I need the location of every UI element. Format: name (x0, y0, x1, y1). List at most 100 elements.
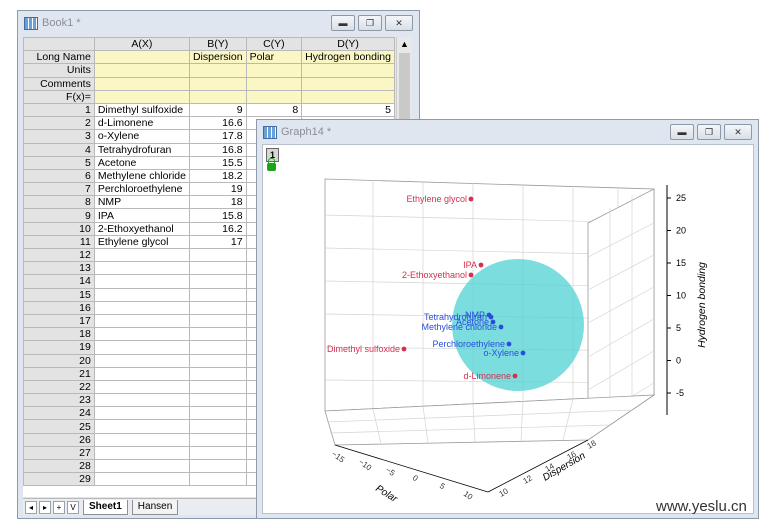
row-number[interactable]: 13 (23, 261, 95, 276)
row-number[interactable]: 12 (23, 247, 95, 263)
row-number[interactable]: 11 (23, 234, 95, 250)
row-number[interactable]: 22 (23, 379, 95, 395)
meta-cell[interactable] (245, 76, 303, 91)
add-sheet-button[interactable]: + (53, 500, 65, 514)
cell-a[interactable]: NMP (93, 195, 190, 210)
row-number[interactable]: 16 (23, 300, 95, 315)
cell-b[interactable] (188, 472, 247, 487)
cell-b[interactable] (188, 300, 247, 315)
row-number[interactable]: 28 (23, 458, 95, 474)
cell-a[interactable] (93, 247, 190, 263)
cell-a[interactable]: Ethylene glycol (93, 234, 190, 250)
meta-cell[interactable]: Dispersion (188, 50, 247, 65)
row-number[interactable]: 24 (23, 406, 95, 421)
cell-b[interactable]: 16.2 (188, 221, 247, 236)
cell-a[interactable] (93, 353, 190, 368)
cell-a[interactable] (93, 458, 190, 474)
data-point[interactable] (468, 272, 474, 278)
sheet-nav-next-button[interactable]: ▸ (39, 500, 51, 514)
cell-a[interactable] (93, 379, 190, 395)
cell-b[interactable] (188, 393, 247, 408)
meta-cell[interactable] (245, 63, 303, 78)
data-point[interactable] (506, 341, 512, 347)
cell-b[interactable]: 15.8 (188, 208, 247, 223)
cell-a[interactable] (93, 432, 190, 447)
cell-a[interactable] (93, 300, 190, 315)
row-number[interactable]: 7 (23, 182, 95, 197)
column-header[interactable]: A(X) (93, 37, 190, 52)
column-header[interactable]: B(Y) (188, 37, 247, 52)
row-number[interactable]: 27 (23, 445, 95, 461)
row-number[interactable]: 19 (23, 340, 95, 355)
book-titlebar[interactable]: Book1 * ▬ ❐ ✕ (18, 11, 419, 35)
meta-cell[interactable] (188, 76, 247, 91)
meta-cell[interactable] (188, 89, 247, 104)
cell-a[interactable] (93, 274, 190, 289)
close-button[interactable]: ✕ (385, 15, 413, 31)
meta-cell[interactable] (301, 89, 395, 104)
tab-sheet1[interactable]: Sheet1 (83, 499, 128, 515)
cell-b[interactable]: 18 (188, 195, 247, 210)
cell-d[interactable]: 5 (301, 102, 395, 118)
meta-cell[interactable] (93, 50, 190, 65)
graph-titlebar[interactable]: Graph14 * ▬ ❐ ✕ (257, 120, 758, 144)
minimize-button[interactable]: ▬ (331, 15, 355, 31)
data-point[interactable] (512, 373, 518, 379)
row-number[interactable]: 20 (23, 353, 95, 368)
meta-cell[interactable] (93, 63, 190, 78)
data-point[interactable] (468, 196, 474, 202)
cell-a[interactable] (93, 327, 190, 342)
table-row[interactable]: 1 Dimethyl sulfoxide 9 8 5 (23, 102, 395, 118)
cell-b[interactable]: 18.2 (188, 168, 247, 184)
row-number[interactable]: 23 (23, 393, 95, 408)
meta-cell[interactable]: Polar (245, 50, 303, 65)
cell-b[interactable] (188, 432, 247, 447)
row-number[interactable]: 15 (23, 287, 95, 302)
meta-cell[interactable] (93, 89, 190, 104)
row-number[interactable]: 2 (23, 116, 95, 131)
restore-button[interactable]: ❐ (358, 15, 382, 31)
plot-3d-svg[interactable]: -50510152025 Hydrogen bonding −15 −10 −5… (263, 145, 753, 513)
row-number[interactable]: 10 (23, 221, 95, 236)
corner-cell[interactable] (23, 37, 95, 52)
meta-cell[interactable] (301, 76, 395, 91)
row-number[interactable]: 25 (23, 419, 95, 434)
cell-a[interactable] (93, 313, 190, 329)
row-number[interactable]: 29 (23, 472, 95, 487)
cell-b[interactable] (188, 274, 247, 289)
cell-b[interactable]: 9 (188, 102, 247, 118)
row-number[interactable]: 14 (23, 274, 95, 289)
cell-b[interactable]: 16.8 (188, 142, 247, 157)
meta-cell[interactable] (188, 63, 247, 78)
cell-b[interactable] (188, 353, 247, 368)
cell-b[interactable] (188, 327, 247, 342)
cell-b[interactable] (188, 406, 247, 421)
graph-restore-button[interactable]: ❐ (697, 124, 721, 140)
meta-cell[interactable] (245, 89, 303, 104)
row-number[interactable]: 5 (23, 155, 95, 170)
cell-b[interactable] (188, 287, 247, 302)
cell-b[interactable] (188, 379, 247, 395)
column-header[interactable]: C(Y) (245, 37, 303, 52)
cell-b[interactable] (188, 445, 247, 461)
cell-b[interactable]: 17 (188, 234, 247, 250)
graph-minimize-button[interactable]: ▬ (670, 124, 694, 140)
row-number[interactable]: 26 (23, 432, 95, 447)
row-number[interactable]: 6 (23, 168, 95, 184)
cell-a[interactable]: Perchloroethylene (93, 182, 190, 197)
row-number[interactable]: 8 (23, 195, 95, 210)
cell-a[interactable]: Dimethyl sulfoxide (93, 102, 190, 118)
row-number[interactable]: 9 (23, 208, 95, 223)
cell-b[interactable] (188, 419, 247, 434)
meta-cell[interactable] (301, 63, 395, 78)
cell-a[interactable]: Methylene chloride (93, 168, 190, 184)
cell-a[interactable] (93, 419, 190, 434)
cell-b[interactable] (188, 366, 247, 381)
row-number[interactable]: 21 (23, 366, 95, 381)
cell-a[interactable] (93, 287, 190, 302)
tab-hansen[interactable]: Hansen (131, 499, 179, 515)
data-point[interactable] (520, 350, 526, 356)
cell-a[interactable] (93, 445, 190, 461)
meta-cell[interactable] (93, 76, 190, 91)
cell-a[interactable]: 2-Ethoxyethanol (93, 221, 190, 236)
